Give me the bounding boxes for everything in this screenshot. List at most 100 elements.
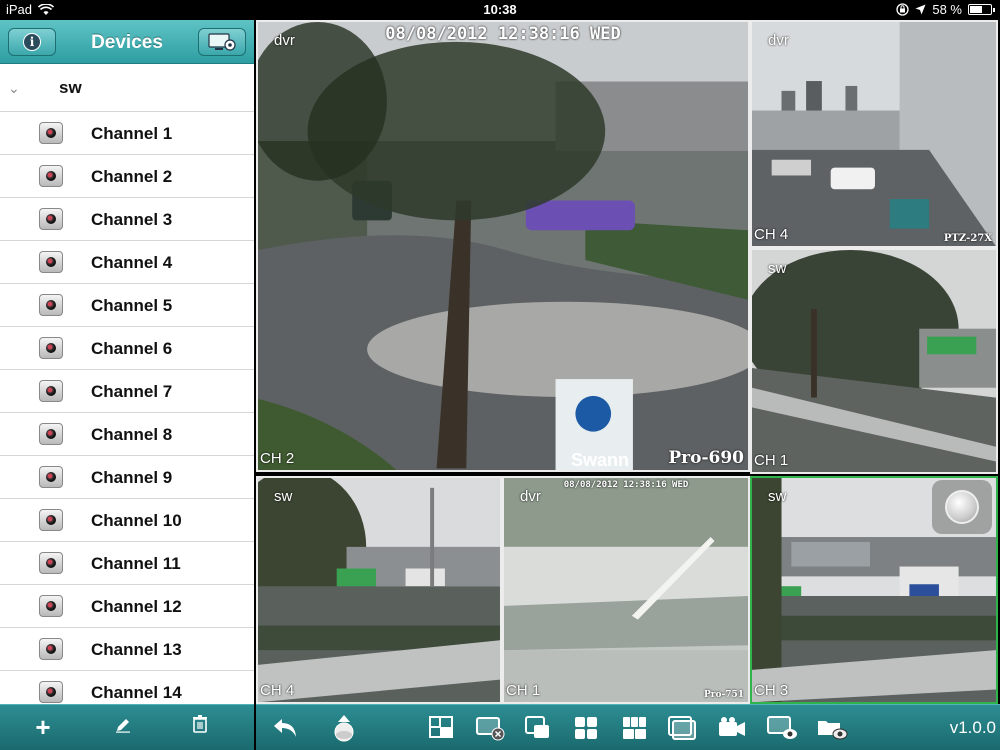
device-name-label: sw: [768, 488, 787, 505]
channel-label: Channel 5: [91, 296, 173, 315]
back-arrow-icon: [274, 719, 296, 737]
add-device-button[interactable]: +: [28, 714, 58, 740]
camera-icon: [39, 681, 63, 703]
snapshot-gallery-button[interactable]: [816, 714, 848, 742]
channel-label: CH 4: [260, 682, 295, 699]
back-button[interactable]: [270, 714, 302, 742]
location-icon: [915, 4, 926, 15]
playback-button[interactable]: [766, 714, 798, 742]
single-view-icon: [429, 716, 453, 738]
channel-row[interactable]: Channel 6: [0, 327, 254, 370]
channel-label: CH 1: [506, 682, 541, 699]
battery-percent: 58 %: [932, 2, 962, 17]
timestamp-overlay: 08/08/2012 12:38:16 WED: [385, 24, 621, 44]
camera-icon: [39, 337, 63, 359]
device-name-label: dvr: [768, 32, 789, 49]
monitor-eye-icon: [767, 716, 797, 739]
camera-model-watermark: Pro-751: [703, 690, 744, 700]
channel-label: CH 4: [754, 226, 789, 243]
channel-row[interactable]: Channel 2: [0, 155, 254, 198]
channel-label: Channel 3: [91, 210, 173, 229]
channel-label: Channel 12: [91, 597, 182, 616]
camera-icon: [39, 552, 63, 574]
camera-icon: [39, 251, 63, 273]
channel-row[interactable]: Channel 5: [0, 284, 254, 327]
channel-label: Channel 11: [91, 554, 181, 573]
channel-label: Channel 2: [91, 167, 173, 186]
video-tile-ch4-bottom[interactable]: sw CH 4: [256, 476, 502, 704]
channel-row[interactable]: Channel 8: [0, 413, 254, 456]
channel-row[interactable]: Channel 4: [0, 241, 254, 284]
channel-label: Channel 14: [91, 683, 182, 702]
channel-row[interactable]: Channel 12: [0, 585, 254, 628]
channel-row[interactable]: Channel 9: [0, 456, 254, 499]
camera-icon: [39, 380, 63, 402]
camera-feed: [752, 22, 996, 246]
channel-label: CH 3: [754, 682, 789, 699]
edit-device-button[interactable]: [108, 714, 138, 740]
video-tile-ch3[interactable]: sw CH 3: [750, 476, 998, 704]
layout-6-button[interactable]: [618, 714, 650, 742]
record-button[interactable]: [716, 714, 748, 742]
rotation-lock-icon: [896, 3, 910, 16]
camera-icon: [39, 122, 63, 144]
channel-row[interactable]: Channel 14: [0, 671, 254, 704]
fullscreen-button[interactable]: [666, 714, 698, 742]
camera-icon: [39, 638, 63, 660]
camera-model-watermark: PTZ-27X: [943, 233, 992, 244]
device-name-label: sw: [768, 260, 787, 277]
device-settings-button[interactable]: [198, 28, 246, 56]
ptz-button[interactable]: [328, 714, 360, 742]
video-tile-ch1-right[interactable]: sw CH 1: [750, 248, 998, 474]
device-name-label: sw: [274, 488, 293, 505]
grid-4-icon: [575, 717, 597, 739]
timestamp-overlay: 08/08/2012 12:38:16 WED: [563, 480, 689, 490]
close-view-button[interactable]: [474, 714, 506, 742]
channel-label: Channel 9: [91, 468, 173, 487]
camera-feed: [504, 478, 748, 702]
channel-label: Channel 7: [91, 382, 173, 401]
video-tile-ch2[interactable]: 08/08/2012 12:38:16 WED Swann Pro-690 dv…: [256, 20, 750, 472]
device-sidebar: i Devices ⌄ sw Channel 1 Channel 2 Channel…: [0, 20, 254, 704]
camera-icon: [39, 208, 63, 230]
channel-row[interactable]: Channel 3: [0, 198, 254, 241]
main-toolbar: v1.0.0: [256, 704, 1000, 750]
device-name-label: dvr: [520, 488, 541, 505]
channel-row[interactable]: Channel 11: [0, 542, 254, 585]
folder-camera-icon: [818, 721, 848, 740]
layout-4-button[interactable]: [570, 714, 602, 742]
channel-label: Channel 10: [91, 511, 182, 530]
camera-icon: [39, 466, 63, 488]
camera-feed: [258, 22, 748, 470]
channel-label: CH 1: [754, 452, 789, 469]
video-tile-ch1-bottom[interactable]: 08/08/2012 12:38:16 WED Pro-751 dvr CH 1: [502, 476, 750, 704]
layout-2-button[interactable]: [522, 714, 554, 742]
view-close-icon: [476, 717, 505, 741]
ptz-dome-icon: [334, 715, 354, 742]
channel-row[interactable]: Channel 13: [0, 628, 254, 671]
channel-label: Channel 13: [91, 640, 182, 659]
battery-icon: [968, 4, 995, 15]
camera-icon: [39, 509, 63, 531]
chevron-down-icon: ⌄: [8, 80, 20, 96]
ptz-joystick[interactable]: [932, 480, 992, 534]
delete-device-button[interactable]: [185, 714, 215, 740]
layout-1-button[interactable]: [426, 714, 458, 742]
camera-icon: [39, 595, 63, 617]
clock: 10:38: [483, 2, 517, 17]
video-tile-ch4-top[interactable]: PTZ-27X dvr CH 4: [750, 20, 998, 248]
channel-row[interactable]: Channel 10: [0, 499, 254, 542]
video-camera-icon: [719, 717, 745, 736]
monitor-gear-icon: [208, 33, 236, 51]
device-group-row[interactable]: ⌄ sw: [0, 64, 254, 112]
channel-label: Channel 8: [91, 425, 173, 444]
camera-feed: [752, 250, 996, 472]
camera-icon: [39, 294, 63, 316]
plus-icon: +: [35, 712, 51, 742]
channel-row[interactable]: Channel 1: [0, 112, 254, 155]
channel-row[interactable]: Channel 7: [0, 370, 254, 413]
camera-icon: [39, 165, 63, 187]
fullscreen-icon: [668, 716, 696, 740]
channel-list: Channel 1 Channel 2 Channel 3 Channel 4 Chan…: [0, 112, 254, 704]
channel-label: Channel 6: [91, 339, 173, 358]
